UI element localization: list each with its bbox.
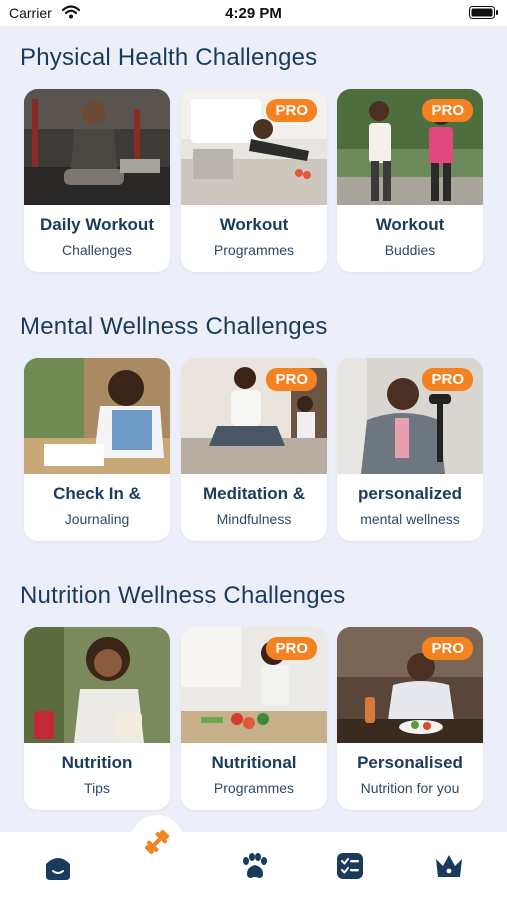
card-title: Personalised	[357, 753, 463, 772]
card-daily-workout[interactable]: Daily Workout Challenges	[24, 89, 170, 272]
card-title: personalized	[358, 484, 462, 503]
card-title: Nutrition	[61, 753, 133, 772]
card-workout-programmes[interactable]: PRO Workout Programmes	[181, 89, 327, 272]
card-subtitle: Journaling	[64, 511, 130, 527]
card-subtitle: mental wellness	[360, 511, 460, 527]
card-subtitle: Programmes	[213, 780, 295, 796]
tab-workout-active[interactable]	[130, 815, 184, 869]
card-subtitle: Tips	[84, 780, 110, 796]
card-nutrition-tips[interactable]: Nutrition Tips	[24, 627, 170, 810]
tab-tasks[interactable]	[332, 848, 368, 884]
card-subtitle: Mindfulness	[216, 511, 292, 527]
card-subtitle: Challenges	[61, 242, 133, 258]
card-photo	[24, 358, 170, 474]
card-check-in-journaling[interactable]: Check In & Journaling	[24, 358, 170, 541]
card-subtitle: Buddies	[384, 242, 436, 258]
bottom-tab-bar	[0, 832, 507, 900]
card-title: Workout	[219, 215, 289, 234]
home-icon	[46, 858, 70, 880]
paw-icon	[243, 853, 267, 878]
card-personalised-nutrition[interactable]: PRO Personalised Nutrition for you	[337, 627, 483, 810]
section-title-mental: Mental Wellness Challenges	[20, 313, 328, 340]
pro-badge: PRO	[422, 368, 473, 391]
card-personalized-mental-wellness[interactable]: PRO personalized mental wellness	[337, 358, 483, 541]
pro-badge: PRO	[266, 637, 317, 660]
pro-badge: PRO	[422, 99, 473, 122]
status-time: 4:29 PM	[225, 5, 282, 22]
card-title: Daily Workout	[40, 215, 154, 234]
card-title: Check In &	[53, 484, 141, 503]
pro-badge: PRO	[266, 99, 317, 122]
battery-icon	[469, 6, 498, 19]
section-title-nutrition: Nutrition Wellness Challenges	[20, 582, 346, 609]
card-photo	[24, 627, 170, 743]
card-subtitle: Programmes	[213, 242, 295, 258]
tab-community[interactable]	[236, 848, 272, 884]
pro-badge: PRO	[422, 637, 473, 660]
crown-icon	[436, 855, 462, 877]
checklist-icon	[337, 853, 363, 879]
status-bar: Carrier 4:29 PM	[0, 0, 507, 26]
card-title: Meditation &	[203, 484, 305, 503]
card-nutritional-programmes[interactable]: PRO Nutritional Programmes	[181, 627, 327, 810]
dumbbell-icon	[144, 829, 170, 855]
card-title: Workout	[375, 215, 445, 234]
section-title-physical: Physical Health Challenges	[20, 44, 318, 71]
tab-premium[interactable]	[431, 848, 467, 884]
card-workout-buddies[interactable]: PRO Workout Buddies	[337, 89, 483, 272]
tab-home[interactable]	[40, 848, 76, 884]
card-subtitle: Nutrition for you	[360, 780, 460, 796]
card-title: Nutritional	[211, 753, 297, 772]
card-meditation-mindfulness[interactable]: PRO Meditation & Mindfulness	[181, 358, 327, 541]
card-photo	[24, 89, 170, 205]
pro-badge: PRO	[266, 368, 317, 391]
